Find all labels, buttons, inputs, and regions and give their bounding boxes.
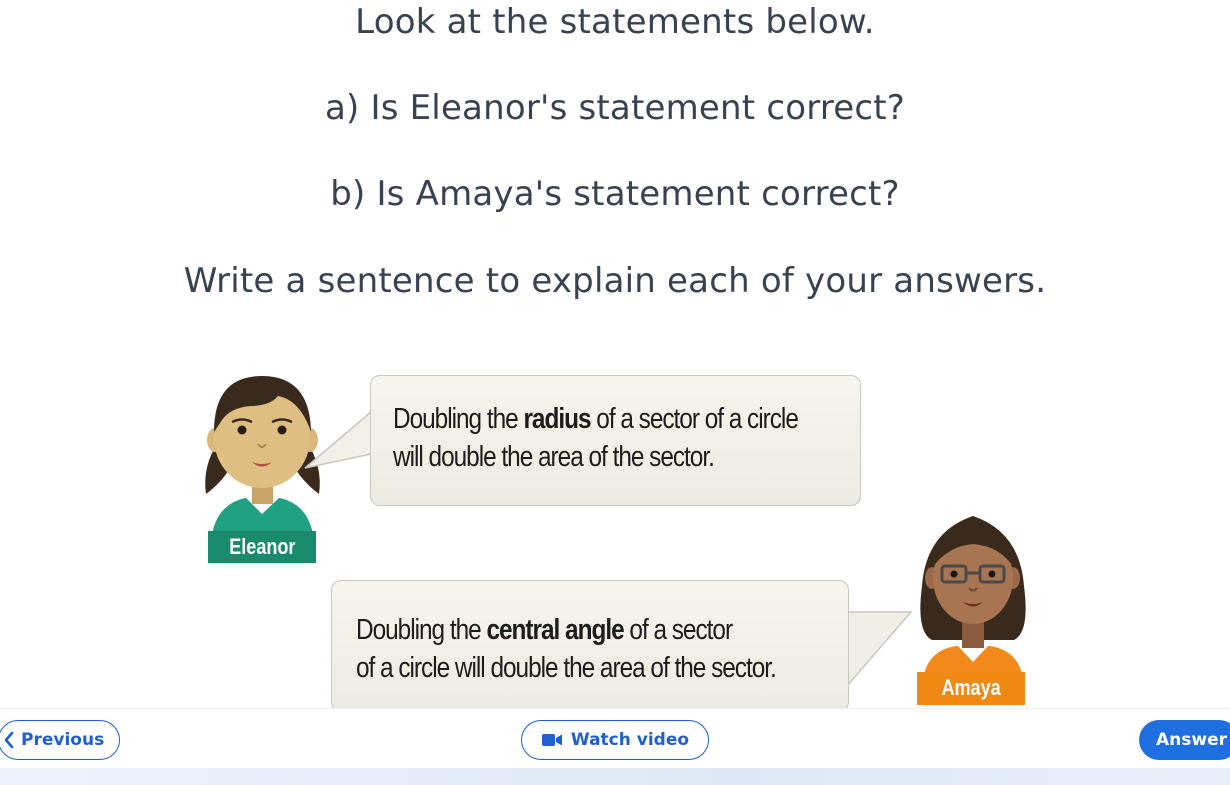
eleanor-speech-bubble: Doubling the radius of a sector of a cir… (370, 375, 861, 506)
eleanor-bubble-tail (304, 411, 373, 469)
question-line-1: Look at the statements below. (355, 2, 875, 42)
amaya-speech-bubble: Doubling the central angle of a sector o… (331, 580, 849, 712)
answer-button-label: Answer (1156, 730, 1227, 750)
amaya-avatar (920, 516, 1026, 674)
amaya-name-tag: Amaya (917, 672, 1025, 705)
footer-band (0, 768, 1230, 785)
eleanor-statement-line-1: Doubling the radius of a sector of a cir… (393, 403, 799, 435)
chevron-left-icon (4, 731, 14, 749)
watch-video-label: Watch video (570, 730, 690, 750)
eleanor-name-tag: Eleanor (208, 531, 316, 563)
amaya-statement-line-2: of a circle will double the area of the … (356, 652, 777, 684)
previous-button-label: Previous (21, 730, 105, 750)
question-line-3: b) Is Amaya's statement correct? (330, 174, 900, 214)
question-line-4: Write a sentence to explain each of your… (183, 261, 1047, 301)
previous-button[interactable]: Previous (0, 720, 120, 760)
amaya-bubble-tail (846, 611, 913, 687)
question-line-2: a) Is Eleanor's statement correct? (324, 88, 906, 128)
video-camera-icon (541, 734, 562, 746)
answer-button[interactable]: Answer (1139, 720, 1230, 760)
watch-video-button[interactable]: Watch video (521, 720, 709, 760)
amaya-statement-line-1: Doubling the central angle of a sector (356, 614, 733, 646)
eleanor-statement-line-2: will double the area of the sector. (393, 441, 715, 473)
